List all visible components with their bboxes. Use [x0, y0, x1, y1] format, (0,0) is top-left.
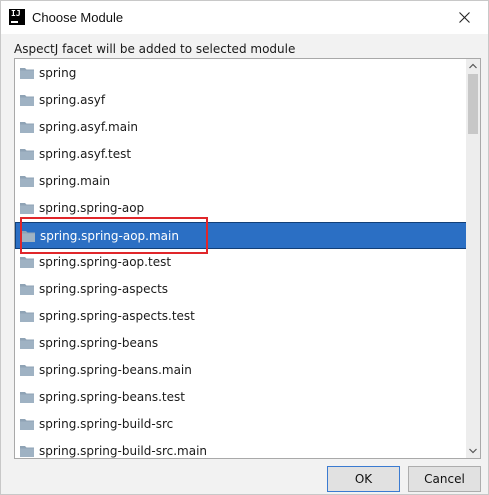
cancel-button[interactable]: Cancel: [408, 466, 481, 492]
module-name: spring.spring-aop.test: [39, 255, 172, 269]
module-folder-icon: [20, 256, 34, 268]
module-list-item[interactable]: spring.spring-build-src: [15, 411, 467, 438]
module-folder-icon: [20, 67, 34, 79]
module-list-item[interactable]: spring.spring-aspects: [15, 276, 467, 303]
app-icon-bar: [11, 21, 18, 23]
module-name: spring.spring-beans.test: [39, 390, 185, 404]
module-folder-icon: [20, 202, 34, 214]
module-folder-icon: [20, 283, 34, 295]
module-name: spring.spring-aspects: [39, 282, 169, 296]
close-button[interactable]: [442, 1, 488, 34]
module-name: spring.asyf: [39, 93, 106, 107]
module-list-item[interactable]: spring.spring-build-src.main: [15, 438, 467, 458]
module-folder-icon: [20, 337, 34, 349]
vertical-scrollbar[interactable]: [466, 59, 480, 458]
ok-button[interactable]: OK: [327, 466, 400, 492]
module-folder-icon: [20, 364, 34, 376]
module-list[interactable]: spring spring.asyf spring.asyf.main spring.…: [14, 58, 481, 459]
module-name: spring.asyf.test: [39, 147, 132, 161]
window-title: Choose Module: [32, 10, 124, 25]
choose-module-dialog: IJ Choose Module AspectJ facet will be a…: [0, 0, 489, 495]
scroll-up-button[interactable]: [466, 59, 480, 73]
dialog-caption: AspectJ facet will be added to selected …: [14, 42, 296, 56]
module-list-item[interactable]: spring: [15, 60, 467, 87]
module-name: spring.spring-beans.main: [39, 363, 192, 377]
module-name: spring.spring-build-src: [39, 417, 174, 431]
module-list-item[interactable]: spring.asyf.main: [15, 114, 467, 141]
module-folder-icon: [20, 445, 34, 457]
module-list-item[interactable]: spring.asyf: [15, 87, 467, 114]
module-name: spring.spring-build-src.main: [39, 444, 208, 458]
module-name: spring.spring-aspects.test: [39, 309, 195, 323]
module-name: spring.asyf.main: [39, 120, 139, 134]
app-icon-text: IJ: [11, 9, 21, 18]
chevron-down-icon: [469, 448, 477, 454]
module-list-item[interactable]: spring.asyf.test: [15, 141, 467, 168]
close-icon: [459, 12, 470, 23]
scroll-thumb[interactable]: [468, 74, 478, 134]
intellij-app-icon: IJ: [9, 9, 25, 25]
module-folder-icon: [20, 391, 34, 403]
scroll-down-button[interactable]: [466, 444, 480, 458]
module-list-item[interactable]: spring.main: [15, 168, 467, 195]
annotation-highlight-box: [20, 217, 208, 254]
module-list-item[interactable]: spring.spring-beans: [15, 330, 467, 357]
title-bar: IJ Choose Module: [1, 1, 488, 34]
module-folder-icon: [20, 418, 34, 430]
module-list-item[interactable]: spring.spring-aspects.test: [15, 303, 467, 330]
module-name: spring: [39, 66, 77, 80]
module-folder-icon: [20, 148, 34, 160]
chevron-up-icon: [469, 63, 477, 69]
module-folder-icon: [20, 121, 34, 133]
module-list-item[interactable]: spring.spring-beans.main: [15, 357, 467, 384]
module-name: spring.main: [39, 174, 111, 188]
module-name: spring.spring-aop: [39, 201, 145, 215]
module-name: spring.spring-beans: [39, 336, 159, 350]
module-folder-icon: [20, 310, 34, 322]
module-list-item[interactable]: spring.spring-beans.test: [15, 384, 467, 411]
module-folder-icon: [20, 175, 34, 187]
module-folder-icon: [20, 94, 34, 106]
